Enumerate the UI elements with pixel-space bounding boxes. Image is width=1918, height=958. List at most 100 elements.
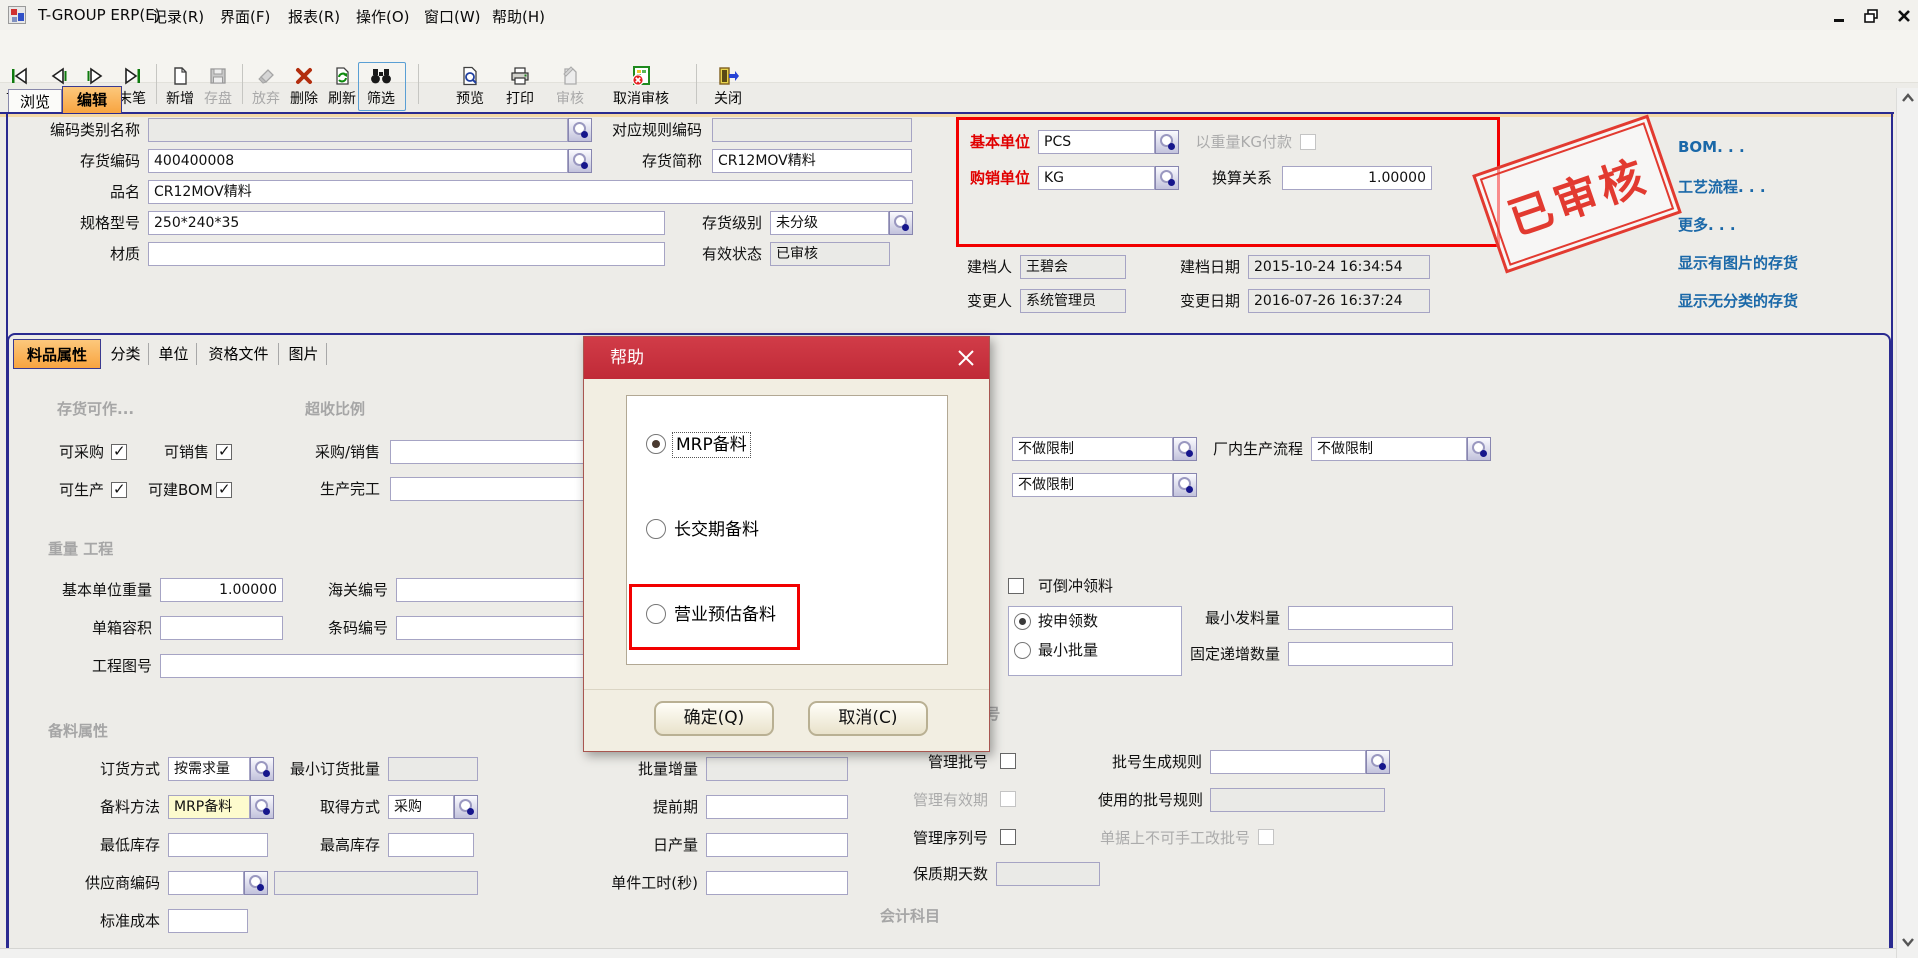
option-forecast-label[interactable]: 营业预估备料 [674,604,776,626]
min-order-batch-input[interactable] [388,757,478,781]
subtab-images[interactable]: 图片 [281,343,327,365]
scroll-down-icon[interactable] [1900,936,1916,948]
material-input[interactable] [148,242,665,266]
rule-code-input[interactable] [712,118,912,142]
conversion-input[interactable]: 1.00000 [1282,166,1432,190]
menu-record[interactable]: 记录(R) [152,6,204,27]
menu-tgroup-erp[interactable]: T-GROUP ERP(E) [38,6,161,24]
dialog-close-button[interactable] [957,349,975,367]
can-bom-checkbox[interactable] [216,482,232,498]
tab-edit[interactable]: 编辑 [62,86,122,113]
can-sale-checkbox[interactable] [216,444,232,460]
option-long-leadtime-radio[interactable] [646,519,666,539]
link-bom[interactable]: BOM. . . [1678,138,1745,156]
preview-button[interactable]: 预览 [448,63,492,108]
link-more[interactable]: 更多. . . [1678,214,1736,235]
manage-serial-checkbox[interactable] [1000,829,1016,845]
batch-rule-lookup-icon[interactable] [1366,750,1390,774]
refresh-button[interactable]: 刷新 [322,63,362,108]
trade-unit-lookup-icon[interactable] [1155,166,1179,190]
subtab-item-properties[interactable]: 料品属性 [13,339,101,369]
link-show-with-images[interactable]: 显示有图片的存货 [1678,252,1798,273]
backflush-checkbox[interactable] [1008,578,1024,594]
factory-flow-input[interactable]: 不做限制 [1311,437,1467,461]
box-volume-input[interactable] [160,616,283,640]
delete-button[interactable]: 删除 [284,63,324,108]
manage-expiry-checkbox[interactable] [1000,791,1016,807]
spec-input[interactable]: 250*240*35 [148,211,665,235]
horizontal-scrollbar[interactable] [0,948,1896,958]
window-restore-button[interactable] [1860,7,1882,25]
lead-time-input[interactable] [706,795,848,819]
issue-by-min-batch-radio[interactable] [1014,642,1031,659]
can-purchase-checkbox[interactable] [111,444,127,460]
subtab-qualification-files[interactable]: 资格文件 [199,343,279,365]
item-code-lookup-icon[interactable] [568,149,592,173]
level-input[interactable]: 未分级 [770,211,889,235]
menu-report[interactable]: 报表(R) [288,6,340,27]
restriction-2-lookup-icon[interactable] [1173,473,1197,497]
stock-method-input[interactable]: MRP备料 [168,795,250,819]
item-name-input[interactable]: CR12MOV精料 [148,180,913,204]
restriction-1-input[interactable]: 不做限制 [1012,437,1173,461]
discard-button[interactable]: 放弃 [246,63,286,108]
new-button[interactable]: 新增 [160,63,200,108]
trade-unit-input[interactable]: KG [1038,166,1155,190]
max-stock-input[interactable] [388,833,474,857]
save-button[interactable]: 存盘 [198,63,238,108]
level-lookup-icon[interactable] [889,211,913,235]
menu-help[interactable]: 帮助(H) [492,6,545,27]
subtab-classification[interactable]: 分类 [103,343,149,365]
stock-method-lookup-icon[interactable] [250,795,274,819]
scroll-up-icon[interactable] [1900,92,1916,104]
batch-rule-input[interactable] [1210,750,1366,774]
manage-batch-checkbox[interactable] [1000,753,1016,769]
window-close-button[interactable] [1893,7,1915,25]
link-process-flow[interactable]: 工艺流程. . . [1678,176,1766,197]
code-type-lookup-icon[interactable] [568,118,592,142]
base-unit-input[interactable]: PCS [1038,130,1155,154]
vertical-scrollbar[interactable] [1896,88,1918,958]
window-minimize-button[interactable] [1828,7,1850,25]
factory-flow-lookup-icon[interactable] [1467,437,1491,461]
cancel-button[interactable]: 取消(C) [808,701,928,736]
cancel-approve-button[interactable]: 取消审核 [600,63,682,108]
restriction-2-input[interactable]: 不做限制 [1012,473,1173,497]
item-abbr-input[interactable]: CR12MOV精料 [712,149,912,173]
approve-button[interactable]: 审核 [548,63,592,108]
no-manual-batch-checkbox[interactable] [1258,829,1274,845]
std-cost-input[interactable] [168,909,248,933]
restriction-1-lookup-icon[interactable] [1173,437,1197,461]
can-produce-checkbox[interactable] [111,482,127,498]
base-unit-lookup-icon[interactable] [1155,130,1179,154]
tab-browse[interactable]: 浏览 [8,89,62,113]
shelf-days-input[interactable] [996,862,1100,886]
close-form-button[interactable]: 关闭 [706,63,750,108]
fixed-increment-input[interactable] [1288,642,1453,666]
link-show-unclassified[interactable]: 显示无分类的存货 [1678,290,1798,311]
daily-output-input[interactable] [706,833,848,857]
option-mrp-radio[interactable] [646,434,666,454]
base-weight-input[interactable]: 1.00000 [160,578,283,602]
menu-window[interactable]: 窗口(W) [424,6,481,27]
ok-button[interactable]: 确定(Q) [654,701,774,736]
issue-by-request-radio[interactable] [1014,613,1031,630]
menu-interface[interactable]: 界面(F) [220,6,270,27]
code-type-input[interactable] [148,118,568,142]
supplier-code-input[interactable] [168,871,244,895]
batch-increment-input[interactable] [706,757,848,781]
subtab-unit[interactable]: 单位 [151,343,197,365]
option-forecast-radio[interactable] [646,604,666,624]
menu-operation[interactable]: 操作(O) [356,6,410,27]
supplier-code-lookup-icon[interactable] [244,871,268,895]
acquire-method-lookup-icon[interactable] [454,795,478,819]
option-mrp-label[interactable]: MRP备料 [674,434,749,456]
print-button[interactable]: 打印 [498,63,542,108]
unit-time-input[interactable] [706,871,848,895]
min-stock-input[interactable] [168,833,268,857]
acquire-method-input[interactable]: 采购 [388,795,454,819]
option-long-leadtime-label[interactable]: 长交期备料 [674,519,759,541]
order-method-lookup-icon[interactable] [250,757,274,781]
dialog-titlebar[interactable]: 帮助 [584,337,989,379]
item-code-input[interactable]: 400400008 [148,149,568,173]
